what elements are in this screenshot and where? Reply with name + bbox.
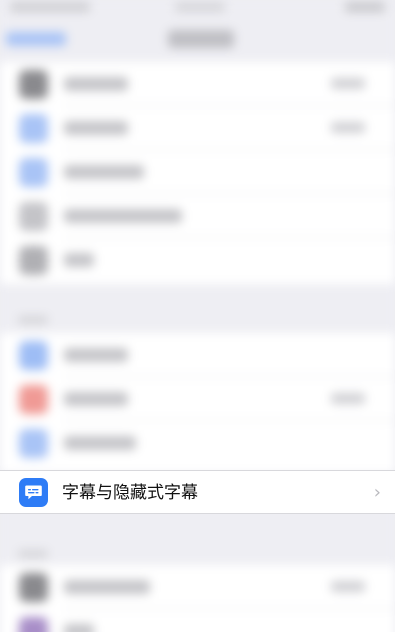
blurred-label [64, 77, 128, 91]
blurred-label [64, 436, 136, 450]
section-header [18, 316, 48, 324]
blurred-row[interactable] [0, 565, 395, 609]
settings-icon [19, 341, 48, 370]
blurred-value [331, 393, 365, 404]
blurred-label [64, 624, 94, 632]
settings-icon [19, 617, 48, 632]
blurred-row[interactable] [0, 106, 395, 150]
status-bar [0, 0, 395, 20]
blurred-value [331, 122, 365, 133]
section-header [18, 550, 48, 558]
settings-icon [19, 429, 48, 458]
battery-icon [345, 2, 385, 12]
captions-settings-row[interactable]: 字幕与隐藏式字幕 › [0, 470, 395, 514]
blurred-value [331, 581, 365, 592]
blurred-row[interactable] [0, 421, 395, 465]
nav-title [168, 30, 234, 48]
settings-icon [19, 573, 48, 602]
settings-icon [19, 114, 48, 143]
settings-group-3 [0, 565, 395, 632]
settings-group-2 [0, 333, 395, 473]
settings-icon [19, 246, 48, 275]
blurred-value [331, 78, 365, 89]
blurred-row[interactable] [0, 377, 395, 421]
status-carrier [175, 2, 225, 12]
blurred-row[interactable] [0, 333, 395, 377]
blurred-row[interactable] [0, 194, 395, 238]
blurred-label [64, 580, 150, 594]
blurred-label [64, 165, 144, 179]
blurred-background [0, 0, 395, 632]
settings-icon [19, 158, 48, 187]
blurred-label [64, 253, 94, 267]
settings-group-1 [0, 62, 395, 284]
blurred-label [64, 348, 128, 362]
settings-icon [19, 385, 48, 414]
captions-bubble-icon [19, 478, 48, 507]
blurred-label [64, 209, 182, 223]
blurred-row[interactable] [0, 238, 395, 282]
chevron-right-icon: › [373, 482, 381, 503]
navigation-bar [0, 22, 395, 56]
settings-icon [19, 202, 48, 231]
blurred-label [64, 121, 128, 135]
blurred-row[interactable] [0, 62, 395, 106]
blurred-row[interactable] [0, 150, 395, 194]
blurred-row[interactable] [0, 609, 395, 632]
captions-row-label: 字幕与隐藏式字幕 [62, 483, 198, 503]
blurred-label [64, 392, 128, 406]
status-time [10, 2, 90, 12]
back-button[interactable] [6, 32, 66, 46]
settings-icon [19, 70, 48, 99]
